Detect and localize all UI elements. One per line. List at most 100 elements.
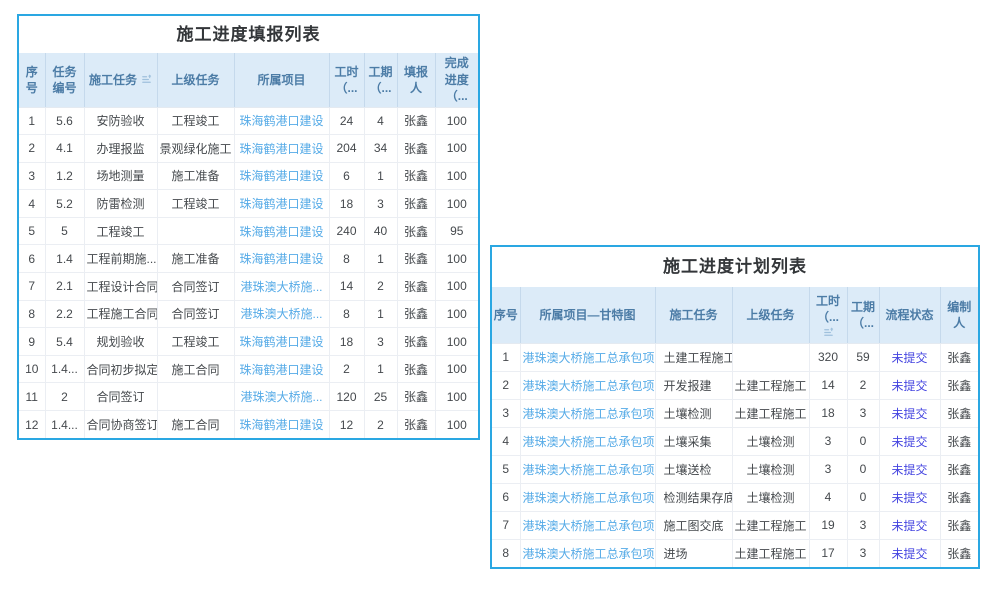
table-cell: 张鑫: [397, 107, 435, 135]
table-cell: 2: [492, 371, 520, 399]
column-header: 上级任务: [732, 287, 809, 343]
table-row: 101.4...合同初步拟定施工合同珠海鹤港口建设21张鑫100: [19, 355, 478, 383]
sort-icon[interactable]: [141, 73, 152, 84]
column-header: 所属项目: [234, 53, 329, 107]
project-link[interactable]: 港珠澳大桥施工总承包项目: [523, 547, 656, 561]
table-row: 72.1工程设计合同合同签订港珠澳大桥施...142张鑫100: [19, 273, 478, 301]
status-link[interactable]: 未提交: [891, 519, 927, 533]
table-cell: 100: [435, 273, 478, 301]
sort-icon[interactable]: [823, 326, 834, 337]
plan-table-title: 施工进度计划列表: [492, 247, 978, 287]
status-link[interactable]: 未提交: [891, 435, 927, 449]
status-link[interactable]: 未提交: [891, 407, 927, 421]
table-cell: 18: [809, 399, 847, 427]
status-link[interactable]: 未提交: [891, 351, 927, 365]
column-header-label: 工期 （...: [851, 300, 875, 330]
table-cell: 1: [492, 343, 520, 371]
table-row: 7港珠澳大桥施工总承包项目施工图交底土建工程施工193未提交张鑫: [492, 511, 978, 539]
table-cell: 100: [435, 162, 478, 190]
project-link[interactable]: 港珠澳大桥施...: [240, 280, 322, 294]
table-cell: 张鑫: [397, 355, 435, 383]
table-cell: 100: [435, 383, 478, 411]
status-link[interactable]: 未提交: [891, 547, 927, 561]
project-link[interactable]: 珠海鹤港口建设: [239, 225, 323, 239]
table-cell: 景观绿化施工: [157, 135, 234, 163]
project-link[interactable]: 珠海鹤港口建设: [239, 252, 323, 266]
table-cell: 张鑫: [940, 539, 978, 567]
project-link[interactable]: 港珠澳大桥施...: [240, 390, 322, 404]
column-header-label: 序号: [494, 308, 518, 322]
table-row: 61.4工程前期施...施工准备珠海鹤港口建设81张鑫100: [19, 245, 478, 273]
column-header: 所属项目—甘特图: [520, 287, 655, 343]
table-row: 5港珠澳大桥施工总承包项目土壤送检土壤检测30未提交张鑫: [492, 455, 978, 483]
table-cell: 土壤检测: [732, 483, 809, 511]
table-cell: 3: [492, 399, 520, 427]
table-cell: 土壤送检: [655, 455, 732, 483]
table-cell: 土建工程施工: [732, 371, 809, 399]
table-cell: 6: [329, 162, 364, 190]
table-cell: 1: [364, 355, 397, 383]
table-cell: 95: [435, 217, 478, 245]
table-cell: 工程竣工: [84, 217, 157, 245]
project-link[interactable]: 港珠澳大桥施工总承包项目: [523, 435, 656, 449]
project-link-cell: 珠海鹤港口建设: [234, 355, 329, 383]
table-cell: 1.4...: [45, 355, 84, 383]
column-header[interactable]: 工时 （...: [809, 287, 847, 343]
column-header: 任务 编号: [45, 53, 84, 107]
table-row: 4港珠澳大桥施工总承包项目土壤采集土壤检测30未提交张鑫: [492, 427, 978, 455]
table-row: 55工程竣工珠海鹤港口建设24040张鑫95: [19, 217, 478, 245]
status-link[interactable]: 未提交: [891, 379, 927, 393]
table-cell: 320: [809, 343, 847, 371]
project-link[interactable]: 港珠澳大桥施工总承包项目: [523, 379, 656, 393]
table-cell: 进场: [655, 539, 732, 567]
project-link-cell: 港珠澳大桥施...: [234, 273, 329, 301]
table-cell: 张鑫: [397, 300, 435, 328]
project-link-cell: 珠海鹤港口建设: [234, 245, 329, 273]
project-link[interactable]: 珠海鹤港口建设: [239, 142, 323, 156]
table-cell: 100: [435, 328, 478, 356]
table-cell: 2: [329, 355, 364, 383]
table-cell: 59: [847, 343, 879, 371]
project-link-cell: 港珠澳大桥施...: [234, 383, 329, 411]
column-header[interactable]: 施工任务: [84, 53, 157, 107]
project-link[interactable]: 港珠澳大桥施工总承包项目: [523, 491, 656, 505]
project-link[interactable]: 珠海鹤港口建设: [239, 335, 323, 349]
table-cell: 1.4...: [45, 411, 84, 439]
project-link[interactable]: 珠海鹤港口建设: [239, 363, 323, 377]
project-link-cell: 珠海鹤港口建设: [234, 190, 329, 218]
table-cell: 施工准备: [157, 245, 234, 273]
project-link[interactable]: 珠海鹤港口建设: [239, 197, 323, 211]
table-cell: 2: [847, 371, 879, 399]
project-link[interactable]: 港珠澳大桥施工总承包项目: [523, 463, 656, 477]
status-link[interactable]: 未提交: [891, 491, 927, 505]
progress-plan-table: 序号所属项目—甘特图施工任务上级任务工时 （...工期 （...流程状态编制 人…: [492, 287, 978, 567]
table-cell: 土壤检测: [655, 399, 732, 427]
table-cell: 3: [847, 539, 879, 567]
project-link[interactable]: 港珠澳大桥施工总承包项目: [523, 519, 656, 533]
table-row: 121.4...合同协商签订施工合同珠海鹤港口建设122张鑫100: [19, 411, 478, 439]
table-cell: 0: [847, 483, 879, 511]
table-cell: 工程施工合同: [84, 300, 157, 328]
table-cell: 张鑫: [397, 273, 435, 301]
project-link[interactable]: 港珠澳大桥施...: [240, 307, 322, 321]
project-link[interactable]: 珠海鹤港口建设: [239, 169, 323, 183]
table-cell: 5.4: [45, 328, 84, 356]
table-cell: 土建工程施工: [732, 399, 809, 427]
table-cell: 合同签订: [84, 383, 157, 411]
project-link[interactable]: 珠海鹤港口建设: [239, 114, 323, 128]
project-link-cell: 港珠澳大桥施工总承包项目: [520, 483, 655, 511]
project-link[interactable]: 珠海鹤港口建设: [239, 418, 323, 432]
table-cell: 工程竣工: [157, 190, 234, 218]
table-cell: 场地测量: [84, 162, 157, 190]
column-header: 上级任务: [157, 53, 234, 107]
table-cell: 2.1: [45, 273, 84, 301]
project-link-cell: 珠海鹤港口建设: [234, 135, 329, 163]
table-cell: 204: [329, 135, 364, 163]
table-cell: 40: [364, 217, 397, 245]
table-row: 2港珠澳大桥施工总承包项目开发报建土建工程施工142未提交张鑫: [492, 371, 978, 399]
column-header: 完成 进度 （...: [435, 53, 478, 107]
project-link[interactable]: 港珠澳大桥施工总承包项目: [523, 351, 656, 365]
table-cell: 合同签订: [157, 273, 234, 301]
status-link[interactable]: 未提交: [891, 463, 927, 477]
project-link[interactable]: 港珠澳大桥施工总承包项目: [523, 407, 656, 421]
